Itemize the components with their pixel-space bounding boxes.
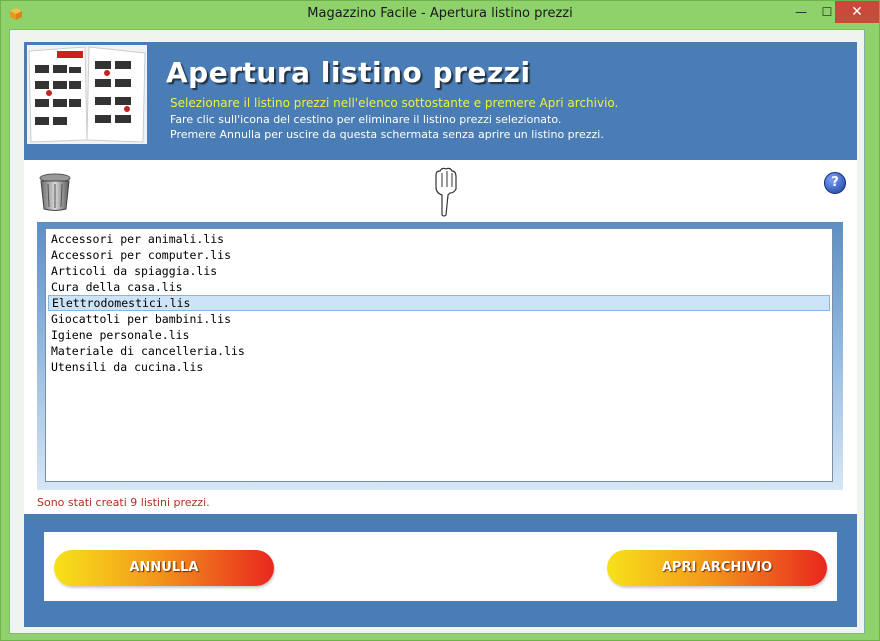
catalog-image-icon [27, 45, 147, 144]
list-frame: Accessori per animali.lis Accessori per c… [37, 222, 843, 490]
app-window: Magazzino Facile - Apertura listino prez… [0, 0, 880, 641]
list-item[interactable]: Cura della casa.lis [48, 279, 830, 295]
instruction-line-3: Premere Annulla per uscire da questa sch… [170, 128, 604, 141]
list-item[interactable]: Elettrodomestici.lis [48, 295, 830, 311]
price-list-listbox[interactable]: Accessori per animali.lis Accessori per c… [45, 228, 833, 482]
status-text: Sono stati creati 9 listini prezzi. [37, 496, 210, 509]
help-icon[interactable]: ? [824, 172, 846, 194]
instruction-line-2: Fare clic sull'icona del cestino per eli… [170, 113, 562, 126]
cancel-button[interactable]: ANNULLA [54, 550, 274, 586]
trash-icon[interactable] [36, 172, 74, 212]
catalog-thumbnail [27, 45, 147, 144]
close-button[interactable]: ✕ [835, 1, 879, 23]
pointing-hand-icon [435, 167, 457, 217]
footer-bar: ANNULLA APRI ARCHIVIO [24, 514, 857, 627]
window-title: Magazzino Facile - Apertura listino prez… [307, 6, 573, 21]
page-title: Apertura listino prezzi [166, 56, 531, 89]
list-item[interactable]: Articoli da spiaggia.lis [48, 263, 830, 279]
list-item[interactable]: Utensili da cucina.lis [48, 359, 830, 375]
title-bar[interactable]: Magazzino Facile - Apertura listino prez… [1, 1, 879, 28]
content-panel: Apertura listino prezzi Selezionare il l… [24, 42, 857, 627]
list-item[interactable]: Giocattoli per bambini.lis [48, 311, 830, 327]
client-area: Apertura listino prezzi Selezionare il l… [9, 29, 865, 634]
list-item[interactable]: Accessori per animali.lis [48, 231, 830, 247]
minimize-button[interactable]: — [787, 1, 815, 23]
open-archive-button[interactable]: APRI ARCHIVIO [607, 550, 827, 586]
instruction-line-1: Selezionare il listino prezzi nell'elenc… [170, 96, 619, 110]
button-panel: ANNULLA APRI ARCHIVIO [44, 532, 837, 601]
list-item[interactable]: Materiale di cancelleria.lis [48, 343, 830, 359]
header-banner: Apertura listino prezzi Selezionare il l… [24, 42, 857, 160]
list-item[interactable]: Accessori per computer.lis [48, 247, 830, 263]
list-item[interactable]: Igiene personale.lis [48, 327, 830, 343]
toolbar: ? [24, 160, 857, 222]
